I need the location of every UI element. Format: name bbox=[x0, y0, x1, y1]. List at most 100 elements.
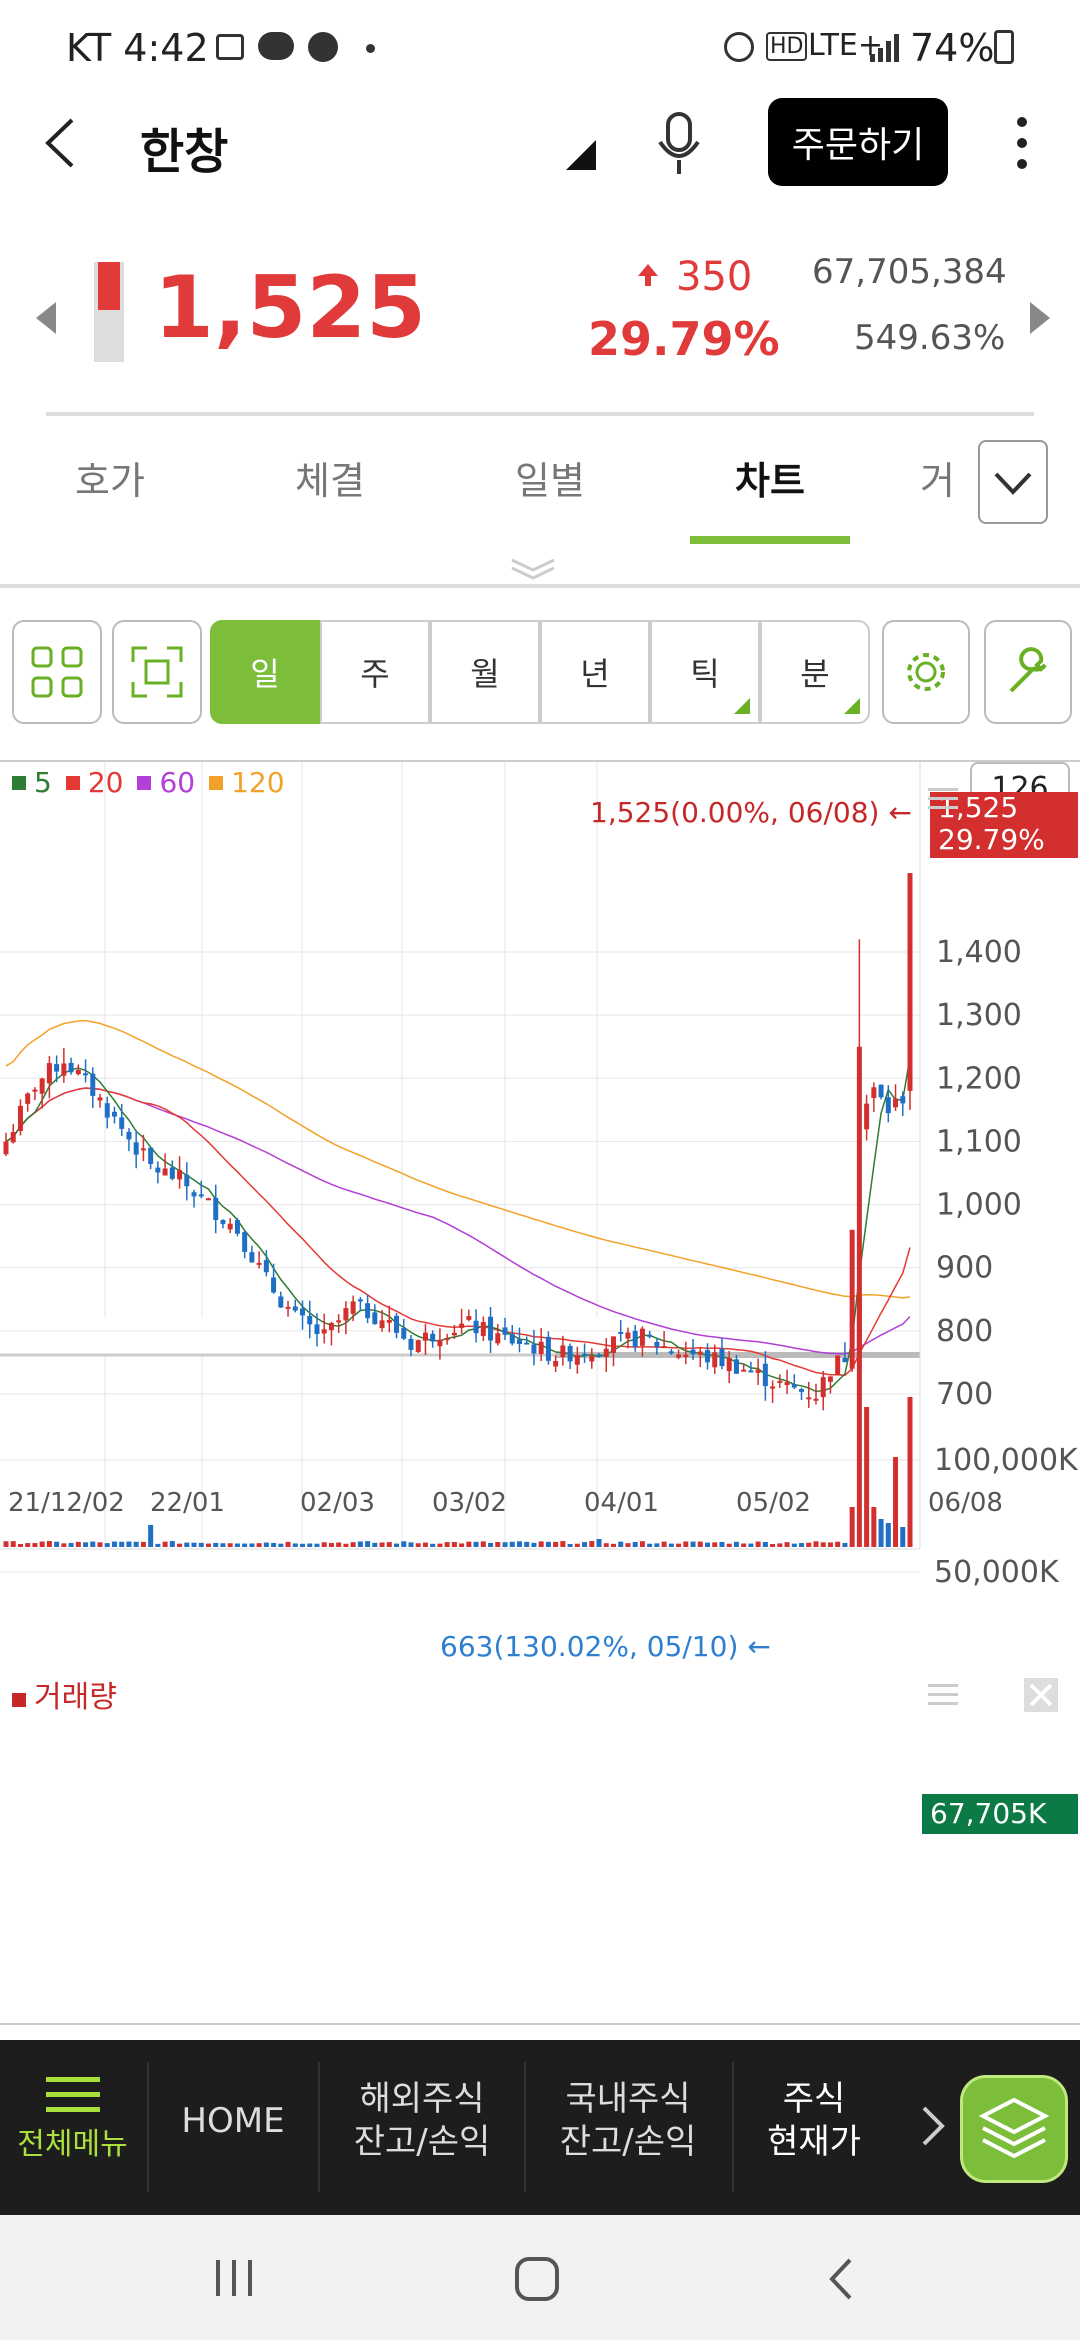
nav-domestic-balance[interactable]: 국내주식 잔고/손익 bbox=[528, 2078, 728, 2163]
volume-bar bbox=[184, 1542, 190, 1547]
volume-bar bbox=[126, 1541, 132, 1547]
hd-voice-icon: HD bbox=[766, 32, 808, 61]
hamburger-icon bbox=[45, 2077, 100, 2112]
candle-body bbox=[184, 1174, 190, 1187]
candle-body bbox=[148, 1147, 154, 1165]
left-arrow-icon: ← bbox=[747, 1630, 771, 1663]
volume-bar bbox=[321, 1542, 327, 1547]
candle-body bbox=[538, 1341, 544, 1355]
volume-bar bbox=[661, 1541, 667, 1547]
candle-body bbox=[111, 1111, 117, 1117]
clock: 4:42 bbox=[123, 26, 209, 70]
candle-body bbox=[249, 1252, 255, 1263]
volume-bar bbox=[618, 1541, 624, 1547]
nav-home[interactable]: HOME bbox=[150, 2100, 316, 2143]
stock-dropdown-icon[interactable] bbox=[566, 140, 596, 170]
quick-menu-button[interactable] bbox=[960, 2075, 1068, 2183]
candle-body bbox=[386, 1319, 392, 1323]
candle-body bbox=[835, 1355, 841, 1375]
home-icon[interactable] bbox=[514, 2256, 560, 2302]
stock-name[interactable]: 한창 bbox=[140, 112, 228, 182]
chart-settings-button[interactable] bbox=[882, 620, 970, 724]
volume-bar bbox=[162, 1541, 168, 1547]
volume-bar bbox=[878, 1519, 884, 1547]
tab-orderbook[interactable]: 호가 bbox=[40, 450, 180, 505]
collapse-handle-icon[interactable] bbox=[510, 556, 556, 582]
menu-lines-icon[interactable] bbox=[928, 788, 958, 810]
more-options-icon[interactable] bbox=[1004, 112, 1040, 174]
corner-dropdown-icon bbox=[734, 698, 750, 714]
volume-tick-label: 50,000K bbox=[934, 1555, 1060, 1590]
volume-bar bbox=[473, 1541, 479, 1547]
back-icon[interactable] bbox=[36, 112, 86, 174]
tab-expand-button[interactable] bbox=[978, 440, 1048, 524]
nav-overseas-balance[interactable]: 해외주식 잔고/손익 bbox=[322, 2078, 522, 2163]
nav-scroll-right-icon[interactable] bbox=[918, 2104, 948, 2148]
candle-body bbox=[466, 1316, 472, 1320]
microphone-icon[interactable] bbox=[656, 112, 702, 176]
period-week[interactable]: 주 bbox=[320, 620, 430, 724]
tab-chart[interactable]: 차트 bbox=[700, 450, 840, 505]
price-tick-label: 800 bbox=[936, 1314, 993, 1349]
candle-body bbox=[444, 1338, 450, 1341]
fullscreen-button[interactable] bbox=[112, 620, 202, 724]
candle-body bbox=[864, 1103, 870, 1130]
volume-bar bbox=[430, 1543, 436, 1547]
recent-apps-icon[interactable] bbox=[212, 2256, 256, 2300]
nav-current-price[interactable]: 주식 현재가 bbox=[736, 2078, 892, 2163]
volume-bar bbox=[227, 1543, 233, 1547]
last-price-badge-pct: 29.79% bbox=[938, 823, 1045, 856]
volume-bar bbox=[762, 1541, 768, 1547]
next-stock-icon[interactable] bbox=[1028, 300, 1052, 336]
volume-bar bbox=[177, 1543, 183, 1547]
candle-body bbox=[524, 1342, 530, 1345]
volume-bar bbox=[191, 1542, 197, 1547]
order-button[interactable]: 주문하기 bbox=[768, 98, 948, 186]
candle-body bbox=[3, 1141, 9, 1155]
period-day[interactable]: 일 bbox=[210, 620, 320, 724]
candle-body bbox=[842, 1358, 848, 1363]
candle-body bbox=[68, 1062, 74, 1073]
volume-bar bbox=[849, 1507, 855, 1547]
fullscreen-icon bbox=[131, 646, 183, 698]
chart-tools-button[interactable] bbox=[984, 620, 1072, 724]
candle-body bbox=[140, 1148, 146, 1151]
period-tick[interactable]: 틱 bbox=[650, 620, 760, 724]
candle-body bbox=[618, 1331, 624, 1334]
grid-layout-button[interactable] bbox=[12, 620, 102, 724]
period-month[interactable]: 월 bbox=[430, 620, 540, 724]
candle-body bbox=[365, 1303, 371, 1319]
candle-body bbox=[719, 1348, 725, 1367]
period-year[interactable]: 년 bbox=[540, 620, 650, 724]
candlestick-chart[interactable]: 1,400 1,300 1,200 1,100 1,000 900 800 700 100,00… bbox=[0, 762, 1080, 2022]
candle-body bbox=[488, 1316, 494, 1341]
volume-bar bbox=[336, 1542, 342, 1547]
menu-lines-icon[interactable] bbox=[928, 1682, 958, 1708]
tab-more[interactable]: 거 bbox=[920, 450, 980, 505]
volume-bar bbox=[668, 1543, 674, 1547]
volume-bar bbox=[365, 1541, 371, 1547]
volume-bar bbox=[256, 1543, 262, 1547]
close-icon[interactable] bbox=[1024, 1678, 1058, 1712]
tab-daily[interactable]: 일별 bbox=[480, 450, 620, 505]
candle-body bbox=[885, 1097, 891, 1114]
candle-body bbox=[104, 1103, 110, 1118]
candle-body bbox=[900, 1096, 906, 1104]
candle-body bbox=[639, 1328, 645, 1346]
candle-body bbox=[46, 1063, 52, 1084]
tab-trades[interactable]: 체결 bbox=[260, 450, 400, 505]
status-carrier-time: KT 4:42 bbox=[66, 26, 209, 70]
ma5-line bbox=[5, 1056, 911, 1393]
volume-bar bbox=[603, 1543, 609, 1547]
prev-stock-icon[interactable] bbox=[34, 300, 58, 336]
system-back-icon[interactable] bbox=[826, 2256, 856, 2302]
legend-ma20: 20 bbox=[87, 766, 124, 799]
candle-body bbox=[422, 1332, 428, 1341]
candle-body bbox=[357, 1299, 363, 1302]
divider bbox=[0, 584, 1080, 588]
nav-all-menu[interactable]: 전체메뉴 bbox=[0, 2075, 145, 2185]
x-tick-label: 02/03 bbox=[300, 1488, 375, 1518]
candle-body bbox=[307, 1315, 313, 1325]
period-minute[interactable]: 분 bbox=[760, 620, 870, 724]
volume-ratio: 549.63% bbox=[854, 318, 1006, 358]
